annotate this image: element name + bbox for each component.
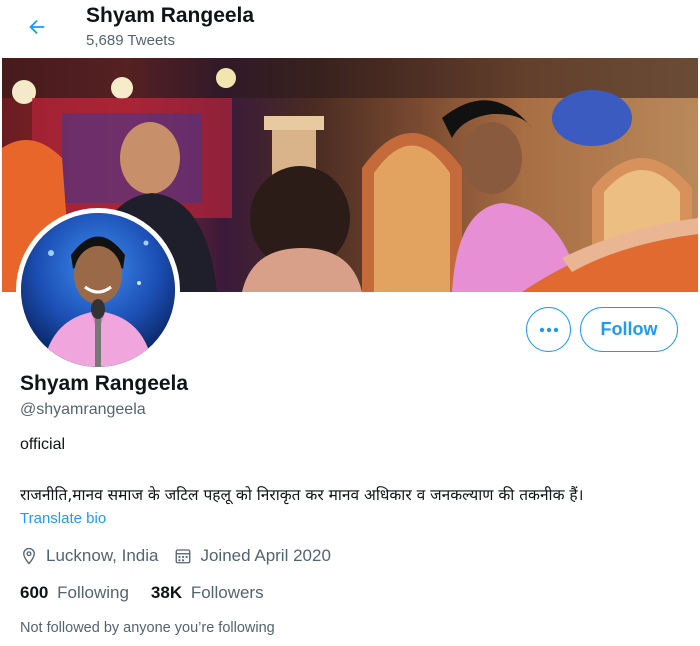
following-link[interactable]: 600 Following (20, 583, 129, 603)
followers-label: Followers (190, 583, 264, 602)
top-bar: Shyam Rangeela 5,689 Tweets (0, 0, 700, 58)
bio-line-2: राजनीति,मानव समाज के जटिल पहलू को निराकृ… (20, 486, 584, 504)
profile-meta: Lucknow, India Joined April 2020 (20, 546, 347, 566)
joined-text: Joined April 2020 (200, 546, 331, 565)
follow-stats: 600 Following 38K Followers (20, 583, 286, 603)
not-followed-note: Not followed by anyone you’re following (20, 620, 275, 636)
follow-button[interactable]: Follow (580, 307, 678, 352)
followers-link[interactable]: 38K Followers (151, 583, 264, 603)
joined-item: Joined April 2020 (174, 546, 331, 566)
more-dots-icon (539, 327, 558, 332)
user-handle: @shyamrangeela (20, 401, 146, 418)
header-title: Shyam Rangeela (86, 4, 255, 27)
bio-line-1: official (20, 436, 66, 453)
back-button[interactable] (20, 12, 54, 42)
location-pin-icon (23, 547, 35, 565)
followers-count: 38K (150, 583, 183, 602)
back-arrow-icon (29, 19, 45, 35)
translate-bio-link[interactable]: Translate bio (20, 510, 106, 527)
avatar-image (21, 213, 175, 367)
tweet-count: 5,689 Tweets (86, 32, 175, 49)
location-item: Lucknow, India (20, 546, 158, 566)
following-count: 600 (20, 583, 49, 602)
profile-avatar[interactable] (16, 208, 180, 372)
more-options-button[interactable] (526, 307, 571, 352)
location-text: Lucknow, India (46, 546, 159, 565)
following-label: Following (57, 583, 129, 602)
display-name: Shyam Rangeela (20, 372, 189, 395)
calendar-icon (176, 549, 191, 564)
